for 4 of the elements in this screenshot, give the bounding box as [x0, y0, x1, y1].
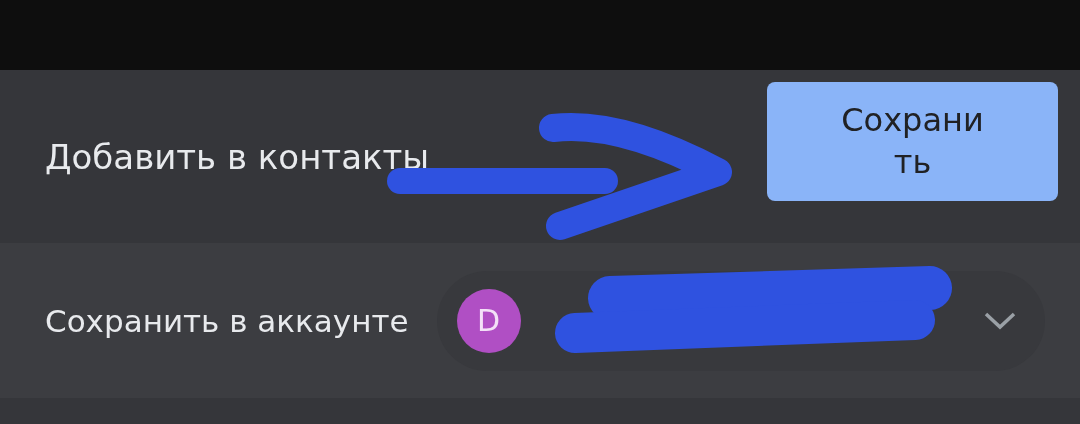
account-label: Сохранить в аккаунте — [45, 302, 409, 339]
dialog-title: Добавить в контакты — [45, 136, 430, 177]
save-button[interactable]: Сохранить — [767, 82, 1058, 201]
account-avatar: D — [456, 288, 521, 353]
